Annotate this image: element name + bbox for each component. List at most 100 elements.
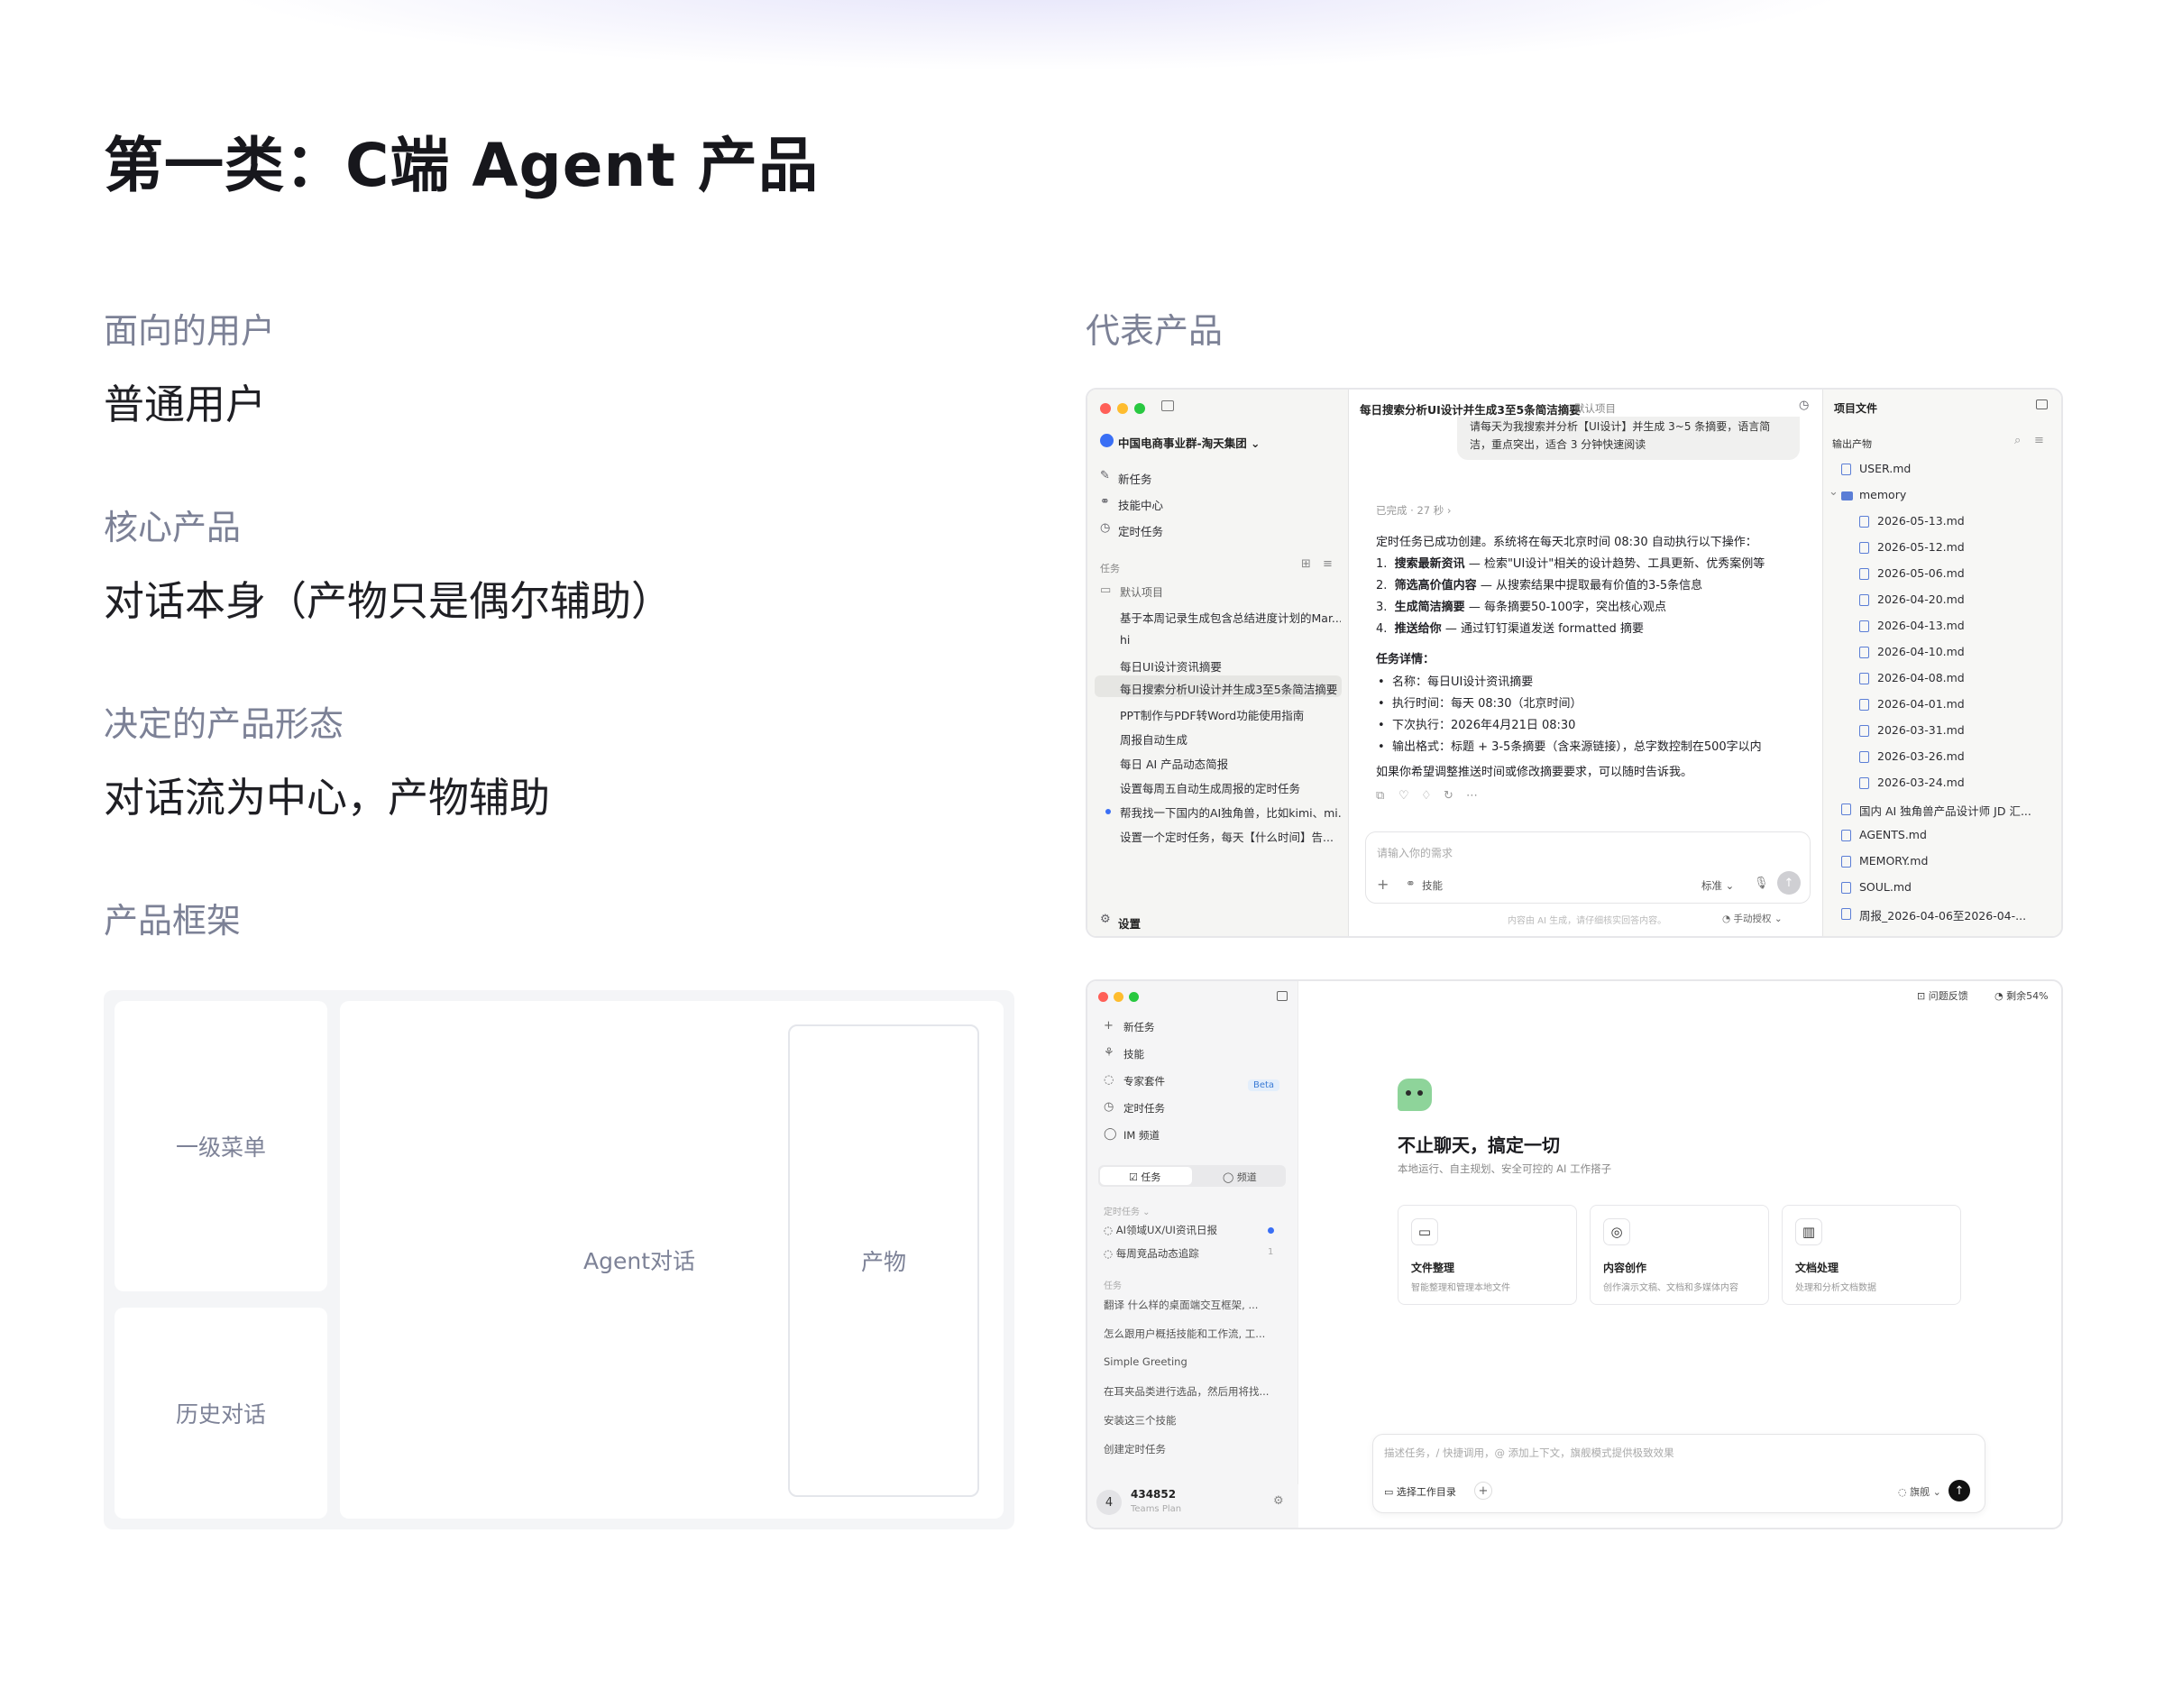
sidebar-toggle-icon[interactable] [1277,991,1288,1001]
file-item[interactable]: 2026-04-20.md [1877,592,2044,606]
task-item[interactable]: 设置一个定时任务，每天【什么时间】告... [1120,828,1341,845]
file-item[interactable]: USER.md [1859,462,2044,475]
minimize-dot[interactable] [1114,992,1123,1002]
task-item[interactable]: 每日 AI 产品动态简报 [1120,755,1228,772]
zoom-dot[interactable] [1134,403,1145,414]
add-icon[interactable]: + [1474,1482,1492,1500]
file-item[interactable]: 2026-03-31.md [1877,723,2044,737]
task-item[interactable]: 基于本周记录生成包含总结进度计划的Mar... [1120,609,1341,626]
send-icon[interactable]: ↑ [1777,871,1801,895]
file-item[interactable]: 2026-04-01.md [1877,697,2044,711]
file-item[interactable]: 2026-05-12.md [1877,540,2044,554]
panel-toggle-icon[interactable] [2036,399,2048,409]
task-item[interactable]: 翻译 什么样的桌面端交互框架, ... [1104,1298,1284,1312]
file-item[interactable]: 2026-03-24.md [1877,776,2044,789]
detail-item: • 下次执行：2026年4月21日 08:30 [1378,719,1576,732]
task-item[interactable]: 安装这三个技能 [1104,1413,1284,1428]
file-item[interactable]: 2026-04-08.md [1877,671,2044,684]
feature-card[interactable]: ▥ 文档处理 处理和分析文档数据 [1782,1205,1961,1305]
done-status[interactable]: 已完成 · 27 秒 › [1376,503,1452,518]
task-input-placeholder[interactable]: 描述任务，/ 快捷调用，@ 添加上下文，旗舰模式提供极致效果 [1384,1446,1674,1460]
new-folder-icon[interactable]: ⊞ [1301,557,1311,571]
project-folder[interactable]: 默认项目 [1120,584,1163,600]
task-item[interactable]: 在耳夹品类进行选品，然后用将找... [1104,1384,1284,1399]
tab-channels[interactable]: ◯ 频道 [1223,1170,1257,1184]
minimize-dot[interactable] [1117,403,1128,414]
file-item[interactable]: 2026-05-13.md [1877,514,2044,528]
file-item[interactable]: 周报_2026-04-06至2026-04-... [1859,906,2044,923]
mode-select[interactable]: 标准 ⌄ [1701,878,1734,893]
folder-item[interactable]: memory [1859,488,2044,501]
bubble-line-2: 洁，重点突出，适合 3 分钟快速阅读 [1470,438,1646,451]
chat-input-box[interactable]: 请输入你的需求 + ⚭ 技能 标准 ⌄ 🎙 ↑ [1365,831,1811,904]
more-icon[interactable]: ⋯ [1466,789,1478,803]
task-item[interactable]: Simple Greeting [1104,1355,1284,1368]
scheduled-header[interactable]: 定时任务 ⌄ [1104,1204,1151,1217]
scheduled-item[interactable]: ◌ 每周竞品动态追踪 [1104,1246,1199,1261]
search-icon[interactable]: ⌕ [2014,434,2021,447]
file-item[interactable]: 2026-04-10.md [1877,645,2044,658]
zoom-dot[interactable] [1129,992,1139,1002]
settings-link[interactable]: 设置 [1118,914,1141,932]
history-icon[interactable]: ◷ [1799,399,1809,412]
file-item[interactable]: 国内 AI 独角兽产品设计师 JD 汇... [1859,802,2044,819]
sidebar-toggle-icon[interactable] [1161,400,1174,411]
auth-select[interactable]: ◔ 手动授权 ⌄ [1722,912,1783,925]
copy-icon[interactable]: ⧉ [1376,789,1384,803]
send-icon[interactable]: ↑ [1949,1480,1970,1501]
nav-item[interactable]: IM 频道 [1123,1128,1160,1143]
bubble-line-1: 请每天为我搜索并分析【UI设计】并生成 3~5 条摘要，语言简 [1470,420,1771,433]
file-icon [1859,725,1869,737]
filter-icon[interactable]: ≡ [1323,557,1333,571]
file-item[interactable]: MEMORY.md [1859,854,2044,868]
nav-item[interactable]: 新任务 [1123,1020,1155,1034]
org-switcher[interactable]: 中国电商事业群-淘天集团 ⌄ [1118,434,1261,451]
feature-card[interactable]: ▭ 文件整理 智能整理和管理本地文件 [1398,1205,1577,1305]
chevron-down-icon[interactable]: ⌄ [1829,485,1838,499]
task-item[interactable]: 每日UI设计资讯摘要 [1120,657,1222,675]
close-dot[interactable] [1100,403,1111,414]
file-icon [1859,647,1869,658]
nav-item[interactable]: 技能 [1123,1047,1144,1061]
nav-new-task[interactable]: 新任务 [1118,470,1152,487]
skill-button[interactable]: 技能 [1422,878,1443,893]
settings-icon[interactable]: ⚙ [1273,1494,1284,1508]
mode-select[interactable]: ◌ 旗舰 ⌄ [1898,1484,1941,1499]
feature-card[interactable]: ◎ 内容创作 创作演示文稿、文档和多媒体内容 [1590,1205,1769,1305]
close-dot[interactable] [1098,992,1108,1002]
task-item[interactable]: hi [1120,633,1130,647]
detail-text: 执行时间：每天 08:30（北京时间） [1391,697,1582,711]
task-item[interactable]: 设置每周五自动生成周报的定时任务 [1120,779,1300,796]
file-item[interactable]: 2026-04-13.md [1877,619,2044,632]
workdir-button[interactable]: ▭ 选择工作目录 [1384,1484,1456,1499]
nav-skills[interactable]: 技能中心 [1118,496,1163,513]
retry-icon[interactable]: ↻ [1444,789,1453,803]
task-item[interactable]: 周报自动生成 [1120,730,1187,748]
card-title: 内容创作 [1603,1262,1647,1274]
file-item[interactable]: SOUL.md [1859,880,2044,894]
task-input-box[interactable]: 描述任务，/ 快捷调用，@ 添加上下文，旗舰模式提供极致效果 ▭ 选择工作目录 … [1372,1434,1985,1513]
task-item[interactable]: 帮我找一下国内的AI独角兽，比如kimi、mi... [1120,803,1341,821]
chat-input-placeholder[interactable]: 请输入你的需求 [1377,845,1453,860]
avatar[interactable]: 4 [1096,1490,1122,1515]
task-item-active[interactable]: 每日搜索分析UI设计并生成3至5条简洁摘要 [1120,680,1337,697]
thumbs-up-icon[interactable]: ♡ [1398,789,1409,803]
scheduled-item[interactable]: ◌ AI领域UX/UI资讯日报 [1104,1223,1217,1237]
add-icon[interactable]: + [1377,876,1389,893]
task-item[interactable]: 怎么跟用户概括技能和工作流, 工... [1104,1327,1284,1341]
card-title: 文档处理 [1795,1262,1839,1274]
framework-label: 产品框架 [104,901,242,941]
file-item[interactable]: AGENTS.md [1859,828,2044,841]
task-item[interactable]: 创建定时任务 [1104,1442,1284,1456]
file-item[interactable]: 2026-03-26.md [1877,749,2044,763]
mic-icon[interactable]: 🎙 [1754,877,1769,890]
chat-project[interactable]: 默认项目 [1574,401,1616,416]
nav-item[interactable]: 专家套件 [1123,1074,1165,1088]
filter-icon[interactable]: ≡ [2034,434,2044,447]
thumbs-down-icon[interactable]: ♢ [1421,789,1432,803]
nav-scheduled[interactable]: 定时任务 [1118,522,1163,539]
file-item[interactable]: 2026-05-06.md [1877,566,2044,580]
nav-item[interactable]: 定时任务 [1123,1101,1165,1116]
task-item[interactable]: PPT制作与PDF转Word功能使用指南 [1120,706,1304,723]
feedback-button[interactable]: ⊡ 问题反馈 [1917,988,1968,1003]
